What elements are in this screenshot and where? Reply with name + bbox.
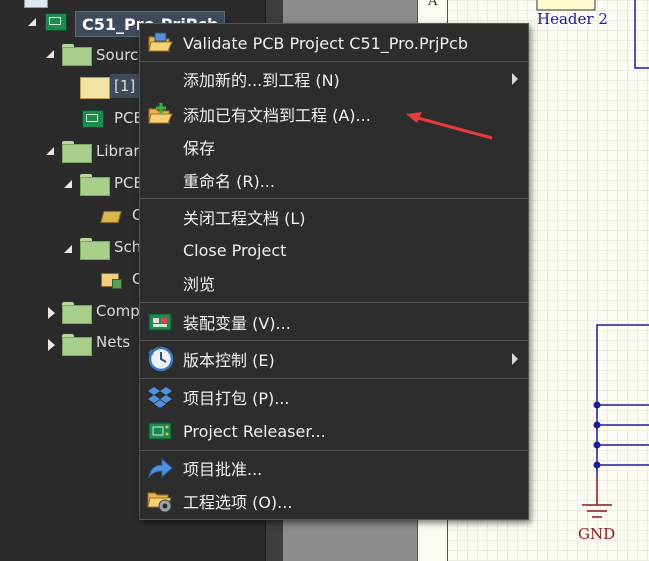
menu-separator	[140, 61, 528, 62]
menu-item-assembly-variants[interactable]: 装配变量 (V)...	[140, 307, 528, 337]
component-icon	[98, 270, 122, 290]
project-context-menu: Validate PCB Project C51_Pro.PrjPcb 添加新的…	[139, 23, 529, 520]
menu-item-label: 版本控制 (E)	[183, 351, 275, 370]
share-arrow-icon	[145, 454, 175, 482]
submenu-arrow-icon	[512, 73, 518, 85]
schematic-doc-icon	[80, 77, 110, 99]
tree-collapse-toggle[interactable]	[48, 339, 55, 351]
menu-item-version-control[interactable]: 版本控制 (E)	[140, 344, 528, 374]
menu-item-label: 添加新的...到工程 (N)	[183, 71, 340, 90]
menu-item-label: 项目打包 (P)...	[183, 389, 290, 408]
tree-expand-toggle[interactable]	[46, 50, 54, 58]
header-component-label: Header 2	[537, 10, 608, 28]
menu-separator	[140, 340, 528, 341]
pcb-project-icon	[45, 13, 67, 31]
submenu-arrow-icon	[512, 353, 518, 365]
pcb-doc-icon	[82, 110, 104, 128]
header-component-body	[536, 0, 596, 11]
menu-item-close-project-documents[interactable]: 关闭工程文档 (L)	[140, 202, 528, 232]
folder-icon	[62, 141, 92, 163]
menu-separator	[140, 378, 528, 379]
pcb-board-icon	[145, 417, 175, 445]
tree-item-libraries[interactable]: Librar	[96, 139, 140, 163]
tree-expand-toggle[interactable]	[46, 147, 54, 155]
tree-expand-toggle[interactable]	[28, 18, 36, 26]
menu-item-project-approval[interactable]: 项目批准...	[140, 453, 528, 483]
folder-open-icon	[145, 29, 175, 57]
folder-gear-icon	[145, 487, 175, 515]
footprint-icon	[98, 207, 122, 225]
junction	[593, 441, 601, 449]
menu-item-project-packager[interactable]: 项目打包 (P)...	[140, 382, 528, 412]
menu-item-add-new-to-project[interactable]: 添加新的...到工程 (N)	[140, 64, 528, 94]
menu-separator	[140, 302, 528, 303]
junction	[593, 461, 601, 469]
tree-item-doc-1[interactable]: [1]	[110, 74, 140, 98]
tree-item-nets[interactable]: Nets	[96, 330, 130, 354]
menu-separator	[140, 198, 528, 199]
wire	[634, 0, 649, 69]
junction	[593, 401, 601, 409]
folder-icon	[62, 44, 92, 66]
wire	[596, 324, 649, 475]
tree-expand-toggle[interactable]	[64, 180, 72, 188]
folder-icon	[80, 174, 110, 196]
variant-icon	[145, 308, 175, 336]
folder-icon	[62, 302, 92, 324]
folder-add-icon	[145, 100, 175, 128]
menu-item-label: Project Releaser...	[183, 421, 326, 441]
menu-item-label: 关闭工程文档 (L)	[183, 209, 306, 228]
gnd-symbol	[582, 475, 612, 518]
gnd-label: GND	[578, 525, 616, 543]
folder-icon	[62, 334, 92, 356]
tree-item-sch-lib[interactable]: Sch	[114, 235, 141, 259]
menu-item-label: 工程选项 (O)...	[183, 493, 293, 512]
folder-icon	[80, 238, 110, 260]
menu-item-label: 重命名 (R)...	[183, 172, 275, 191]
menu-item-close-project[interactable]: Close Project	[140, 235, 528, 265]
workspace-icon	[24, 0, 48, 8]
menu-item-validate-project[interactable]: Validate PCB Project C51_Pro.PrjPcb	[140, 28, 528, 58]
menu-item-label: 添加已有文档到工程 (A)...	[183, 106, 371, 125]
menu-separator	[140, 450, 528, 451]
tree-collapse-toggle[interactable]	[48, 307, 55, 319]
menu-item-label: Close Project	[183, 240, 287, 260]
menu-item-browse[interactable]: 浏览	[140, 268, 528, 298]
clock-icon	[145, 345, 175, 373]
menu-item-label: 装配变量 (V)...	[183, 314, 291, 333]
menu-item-label: Validate PCB Project C51_Pro.PrjPcb	[183, 33, 468, 53]
menu-item-label: 项目批准...	[183, 460, 263, 479]
annotation-arrow	[406, 112, 493, 140]
junction	[593, 421, 601, 429]
menu-item-rename[interactable]: 重命名 (R)...	[140, 165, 528, 195]
tree-expand-toggle[interactable]	[64, 245, 72, 253]
menu-item-label: 浏览	[183, 275, 216, 294]
menu-item-project-releaser[interactable]: Project Releaser...	[140, 416, 528, 446]
dropbox-icon	[145, 383, 175, 411]
tree-item-components[interactable]: Comp	[96, 299, 140, 323]
menu-item-label: 保存	[183, 139, 216, 158]
menu-item-project-options[interactable]: 工程选项 (O)...	[140, 486, 528, 516]
